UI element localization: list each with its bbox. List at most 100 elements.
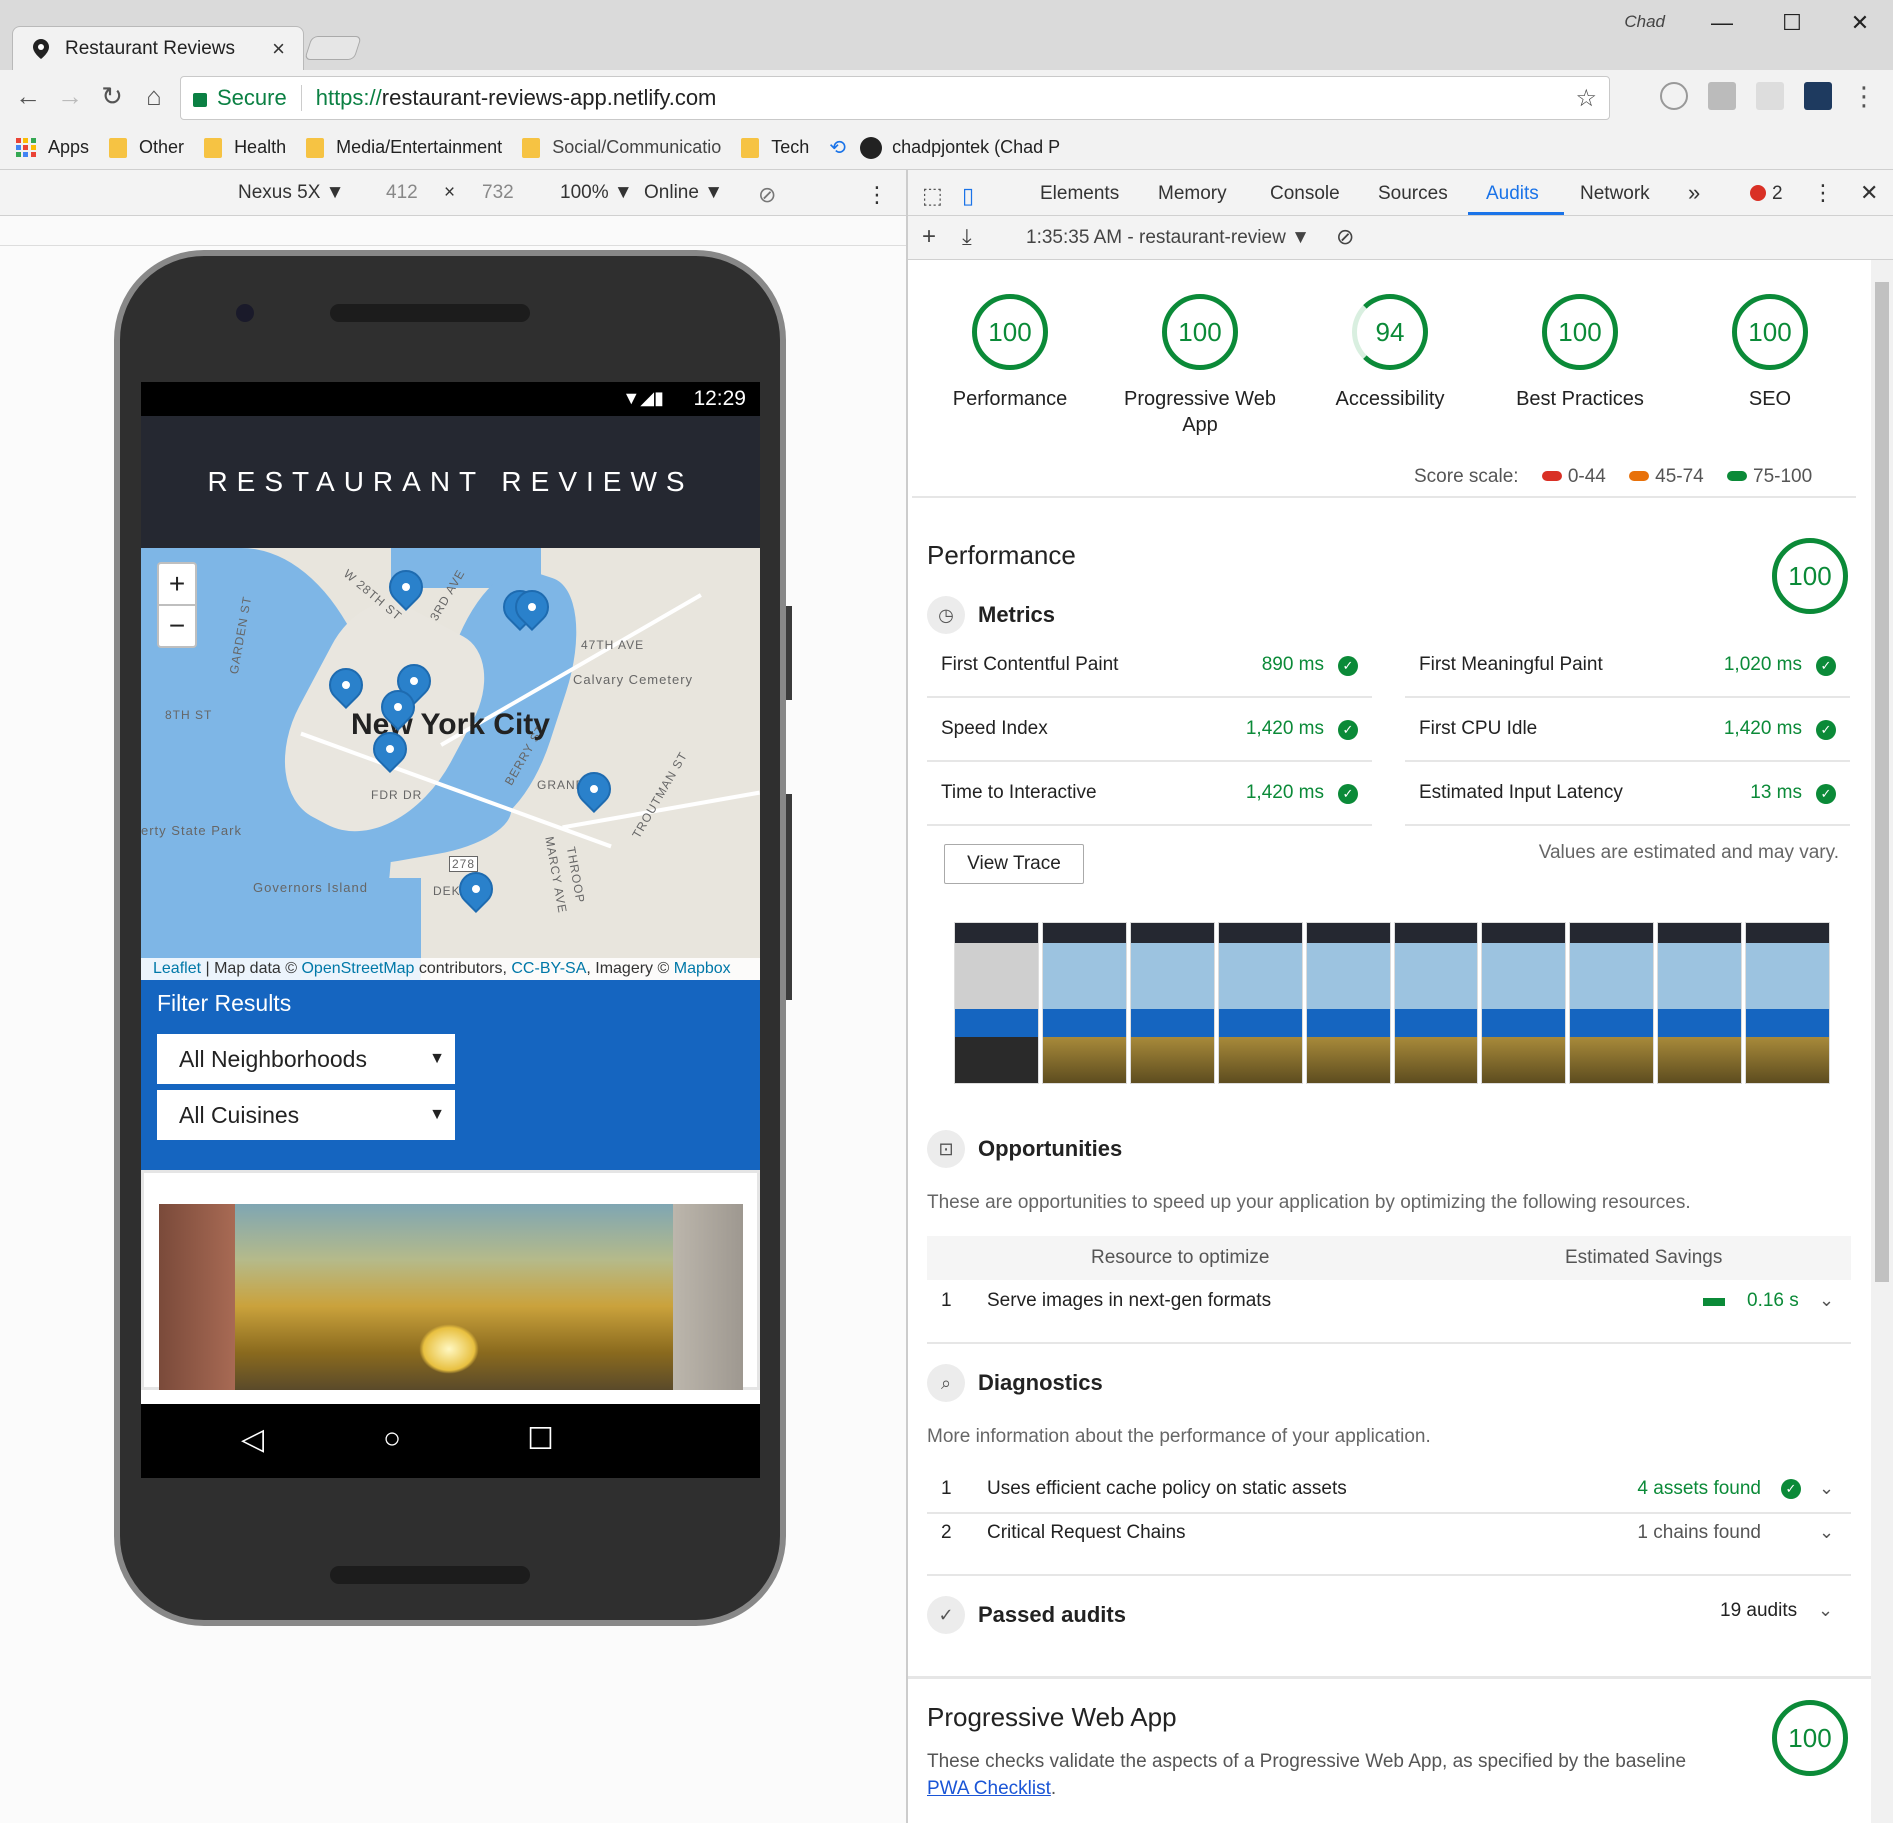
devtools-scrollbar[interactable] [1871,260,1893,1823]
error-count[interactable]: 2 [1772,183,1783,205]
tab-elements[interactable]: Elements [1040,183,1119,205]
diagnostic-row[interactable]: 2 Critical Request Chains 1 chains found… [927,1522,1851,1552]
metric-value: 1,420 ms [1245,718,1324,739]
chevron-down-icon[interactable]: ⌄ [1819,1290,1834,1311]
network-throttle-select[interactable]: Online ▼ [644,182,723,204]
performance-score-gauge[interactable]: 100 [972,294,1048,370]
pwa-checklist-link[interactable]: PWA Checklist [927,1778,1051,1799]
tab-network[interactable]: Network [1580,183,1650,205]
accessibility-score-gauge[interactable]: 94 [1352,294,1428,370]
seo-score-gauge[interactable]: 100 [1732,294,1808,370]
license-link[interactable]: CC-BY-SA [511,960,586,977]
leaflet-link[interactable]: Leaflet [153,960,201,977]
nav-recent-icon[interactable]: ☐ [527,1422,554,1457]
bookmark-github[interactable]: chadpjontek (Chad P [860,136,1060,159]
bookmark-folder-health[interactable]: Health [204,137,286,158]
chevron-down-icon[interactable]: ⌄ [1818,1600,1833,1621]
bookmark-folder-other[interactable]: Other [109,137,184,158]
mapbox-link[interactable]: Mapbox [674,960,731,977]
drive-extension-icon[interactable] [1708,82,1736,110]
map-zoom-in-button[interactable]: + [157,562,197,606]
pwa-score-gauge[interactable]: 100 [1162,294,1238,370]
passed-audits-title[interactable]: Passed audits [978,1602,1126,1628]
menu-kebab-icon[interactable]: ⋮ [1846,78,1882,114]
map-label: THROOP [563,845,588,905]
map-label: erty State Park [141,823,242,838]
nav-back-icon[interactable]: ◁ [241,1422,264,1457]
app-header: RESTAURANT REVIEWS [141,416,760,548]
map-label: 8TH ST [165,708,213,722]
inspect-element-icon[interactable]: ⬚ [922,183,943,209]
nav-home-icon[interactable]: ○ [383,1422,401,1456]
attribution-text: contributors, [414,960,512,977]
address-bar[interactable]: Secure https:// restaurant-reviews-app.n… [180,76,1610,120]
bookmark-folder-media[interactable]: Media/Entertainment [306,137,502,158]
device-menu-kebab-icon[interactable]: ⋮ [866,182,888,208]
tab-memory[interactable]: Memory [1158,183,1227,205]
metric-value: 1,020 ms [1723,654,1802,675]
new-tab-button[interactable] [304,36,362,60]
bookmark-apps[interactable]: Apps [16,137,89,158]
extension-icon-2[interactable] [1756,82,1784,110]
neighborhood-select[interactable]: All Neighborhoods ▼ [157,1034,455,1084]
pass-check-icon: ✓ [1816,784,1836,804]
clear-audits-icon[interactable]: ⊘ [1336,224,1354,250]
tab-console[interactable]: Console [1270,183,1340,205]
openstreetmap-link[interactable]: OpenStreetMap [301,960,414,977]
chevron-down-icon[interactable]: ⌄ [1819,1478,1834,1499]
close-devtools-icon[interactable]: ✕ [1860,180,1878,206]
best-practices-score-gauge[interactable]: 100 [1542,294,1618,370]
zoom-select[interactable]: 100% ▼ [560,182,633,204]
device-select[interactable]: Nexus 5X ▼ [238,182,344,204]
map-marker[interactable] [569,764,619,814]
bookmark-history-icon[interactable]: ⟲ [829,135,846,160]
maximize-button[interactable]: ☐ [1762,8,1822,38]
diagnostic-row[interactable]: 1 Uses efficient cache policy on static … [927,1478,1851,1508]
divider [912,496,1856,498]
active-tab-indicator [1468,212,1564,215]
bookmark-star-icon[interactable]: ☆ [1575,84,1597,113]
opportunity-row[interactable]: 1 Serve images in next-gen formats 0.16 … [927,1290,1851,1320]
back-arrow-icon[interactable]: ← [10,78,46,114]
accessibility-score-label: Accessibility [1335,388,1445,410]
extension-icon[interactable] [1660,82,1688,110]
tab-title: Restaurant Reviews [65,37,236,59]
height-input[interactable]: 732 [482,182,514,204]
more-tabs-icon[interactable]: » [1688,180,1700,206]
tab-sources[interactable]: Sources [1378,183,1448,205]
scrollbar-thumb[interactable] [1875,282,1889,1282]
device-toggle-icon[interactable]: ▯ [962,183,974,209]
pane-divider[interactable] [906,170,908,1823]
width-input[interactable]: 412 [386,182,418,204]
profile-name[interactable]: Chad [1624,12,1665,32]
error-icon[interactable] [1750,185,1766,201]
devtools-menu-icon[interactable]: ⋮ [1812,180,1834,206]
bookmark-folder-tech[interactable]: Tech [741,137,809,158]
new-audit-icon[interactable]: + [922,223,936,251]
tab-audits[interactable]: Audits [1486,183,1539,205]
folder-icon [109,137,128,158]
chevron-down-icon[interactable]: ⌄ [1819,1522,1834,1543]
metric-row: Estimated Input Latency 13 ms ✓ [1405,764,1850,826]
diagnostic-label: Critical Request Chains [987,1522,1186,1543]
map-marker[interactable] [451,864,501,914]
filmstrip-frame [1129,922,1215,1084]
map-zoom-out-button[interactable]: − [157,604,197,648]
download-report-icon[interactable]: ⤓ [962,224,972,250]
cuisine-select[interactable]: All Cuisines ▼ [157,1090,455,1140]
restaurant-map[interactable]: W 28TH ST 3RD AVE 47TH AVE Calvary Cemet… [141,548,760,980]
home-icon[interactable]: ⌂ [136,78,172,114]
tab-close-icon[interactable]: × [272,36,285,62]
browser-tab[interactable]: Restaurant Reviews × [12,26,304,70]
minimize-button[interactable]: — [1692,8,1752,38]
diagnostic-label: Uses efficient cache policy on static as… [987,1478,1347,1499]
forward-arrow-icon[interactable]: → [52,78,88,114]
metric-row: Time to Interactive 1,420 ms ✓ [927,764,1372,826]
close-window-button[interactable]: ✕ [1830,8,1890,38]
view-trace-button[interactable]: View Trace [944,844,1084,884]
bookmark-folder-social[interactable]: Social/Communicatio [522,137,721,158]
audit-run-select[interactable]: 1:35:35 AM - restaurant-review ▼ [1026,227,1310,249]
rotate-icon[interactable]: ⊘ [758,182,776,208]
reload-icon[interactable]: ↻ [94,78,130,114]
extension-icon-3[interactable] [1804,82,1832,110]
